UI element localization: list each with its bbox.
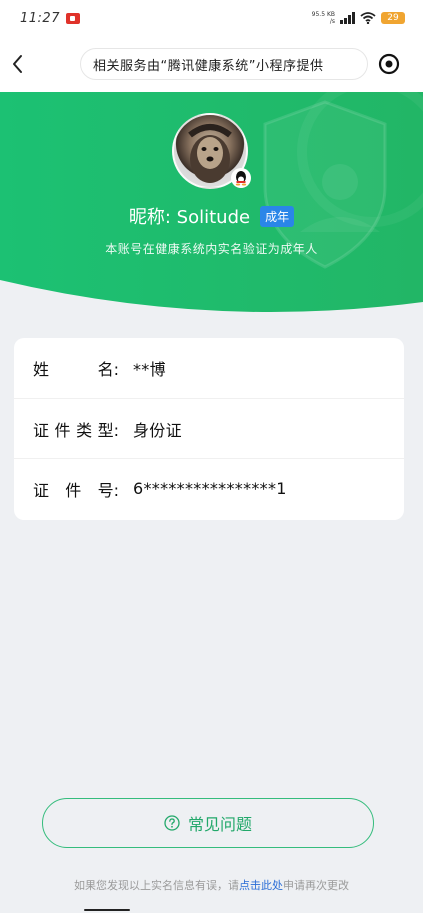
service-provider-notice: 相关服务由“腾讯健康系统”小程序提供 [80, 48, 368, 80]
help-icon [164, 815, 180, 831]
adult-badge: 成年 [260, 205, 295, 227]
correction-link[interactable]: 点击此处 [239, 879, 283, 892]
miniprogram-capsule-icon[interactable] [378, 53, 400, 75]
verification-text: 本账号在健康系统内实名验证为成年人 [105, 242, 318, 256]
wifi-icon [360, 12, 376, 24]
signal-icon [340, 12, 355, 24]
info-row-id-number: 证 件 号: 6****************1 [14, 458, 404, 518]
screen-record-icon [65, 12, 80, 24]
info-value-name: **博 [133, 360, 166, 379]
network-speed-value: 95.5 KB [311, 11, 335, 18]
faq-label: 常见问题 [187, 815, 252, 834]
nickname-row: 昵称: Solitude 成年 [0, 202, 423, 230]
info-label: 证 件 号: [33, 477, 133, 501]
home-indicator [84, 909, 130, 911]
info-label: 姓 名: [33, 356, 133, 380]
info-label-char: 件 [65, 480, 82, 500]
correction-text-before: 如果您发现以上实名信息有误，请 [74, 879, 239, 892]
profile-header: 昵称: Solitude 成年 本账号在健康系统内实名验证为成年人 [0, 92, 423, 316]
info-value-id-number: 6****************1 [133, 479, 287, 498]
info-label-char: 类 [76, 420, 93, 440]
info-label-char: 证 [33, 480, 50, 500]
nickname: 昵称: Solitude [128, 207, 251, 228]
network-speed-unit: /s [329, 18, 335, 25]
status-right: 95.5 KB /s 29 [312, 11, 405, 25]
info-label-char: 证 [33, 420, 50, 440]
status-bar: 11:27 95.5 KB /s 29 [0, 0, 423, 36]
correction-note: 如果您发现以上实名信息有误，请点击此处申请再次更改 [0, 877, 423, 893]
info-value-id-type: 身份证 [133, 420, 182, 440]
status-time: 11:27 [20, 10, 60, 26]
info-label-char: 姓 [33, 360, 50, 379]
nav-bar: 相关服务由“腾讯健康系统”小程序提供 [0, 36, 423, 92]
identity-info-card: 姓 名: **博 证 件 类 型: 身份证 证 件 号: 6**********… [14, 338, 404, 520]
faq-button[interactable]: 常见问题 [42, 798, 374, 848]
status-left: 11:27 [20, 11, 80, 26]
info-label-char: 型: [97, 420, 119, 440]
back-icon[interactable] [8, 49, 28, 79]
correction-text-after: 申请再次更改 [283, 879, 349, 892]
network-speed: 95.5 KB /s [312, 11, 335, 25]
battery-icon: 29 [381, 12, 405, 24]
info-label-char: 件 [54, 420, 71, 440]
service-provider-text: 相关服务由“腾讯健康系统”小程序提供 [93, 58, 324, 74]
info-label: 证 件 类 型: [33, 417, 133, 441]
info-label-char: 名: [97, 360, 119, 379]
info-row-id-type: 证 件 类 型: 身份证 [14, 398, 404, 458]
qq-icon [231, 168, 251, 188]
info-label-char: 号: [97, 480, 119, 500]
info-row-name: 姓 名: **博 [14, 338, 404, 398]
